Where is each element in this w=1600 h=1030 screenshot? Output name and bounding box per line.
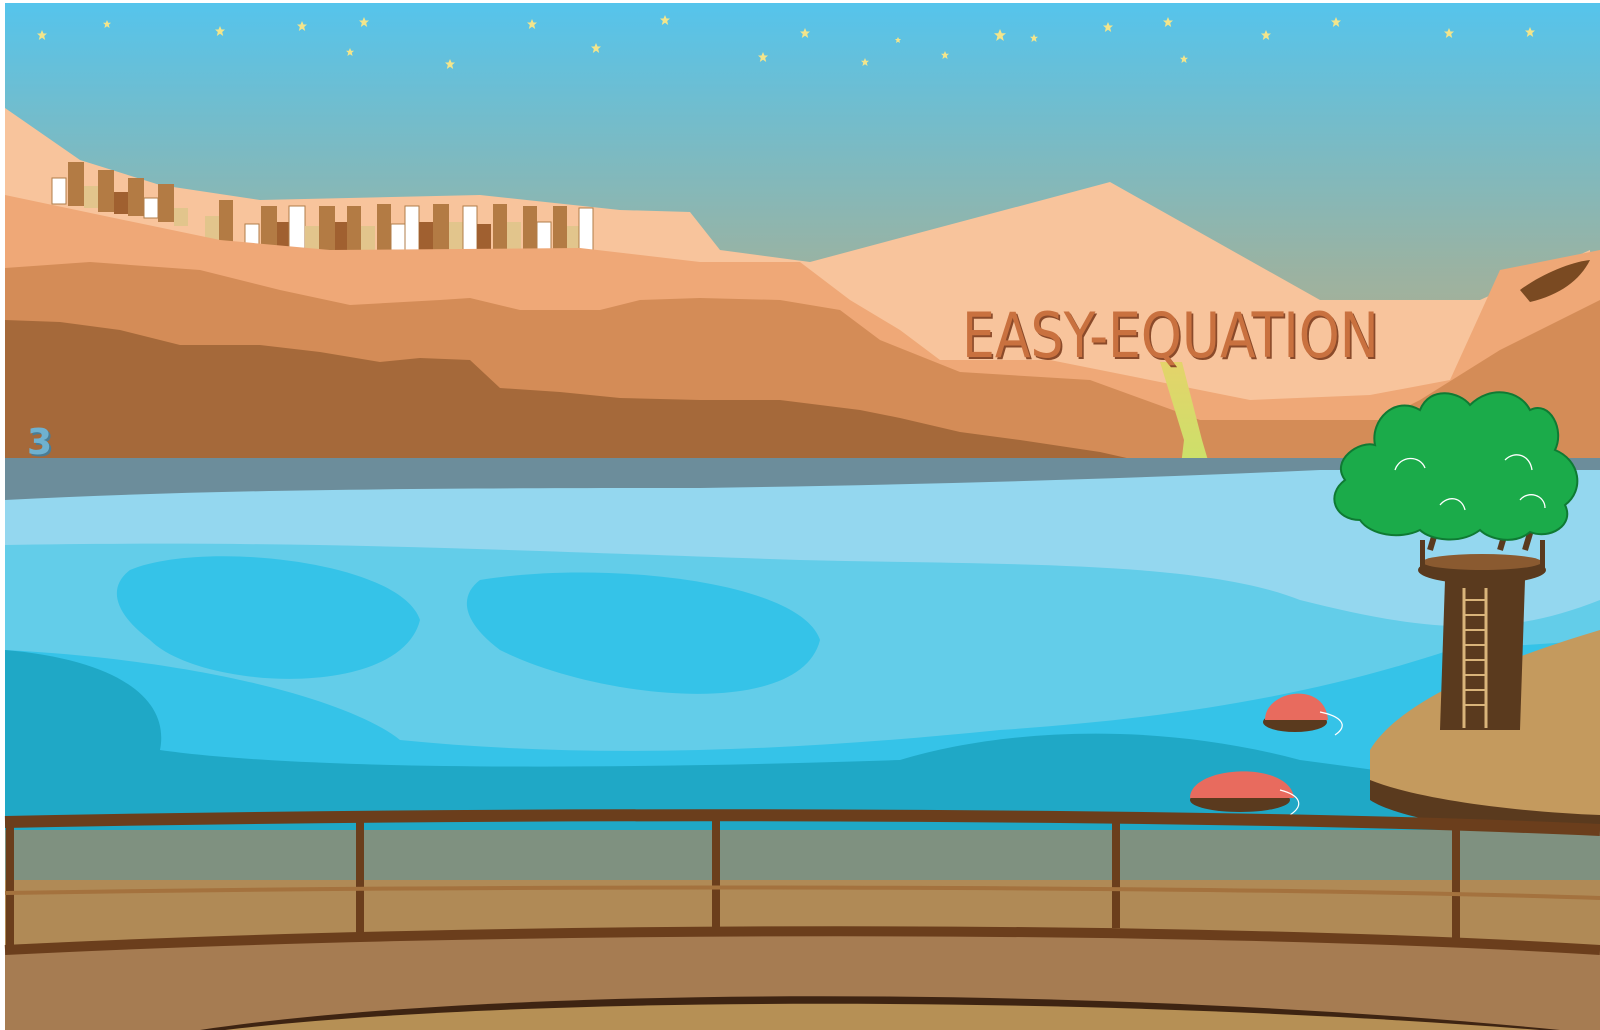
- level-number: 3: [27, 422, 53, 463]
- game-title: EASY-EQUATION: [962, 299, 1379, 372]
- game-scene: [4, 3, 1600, 1030]
